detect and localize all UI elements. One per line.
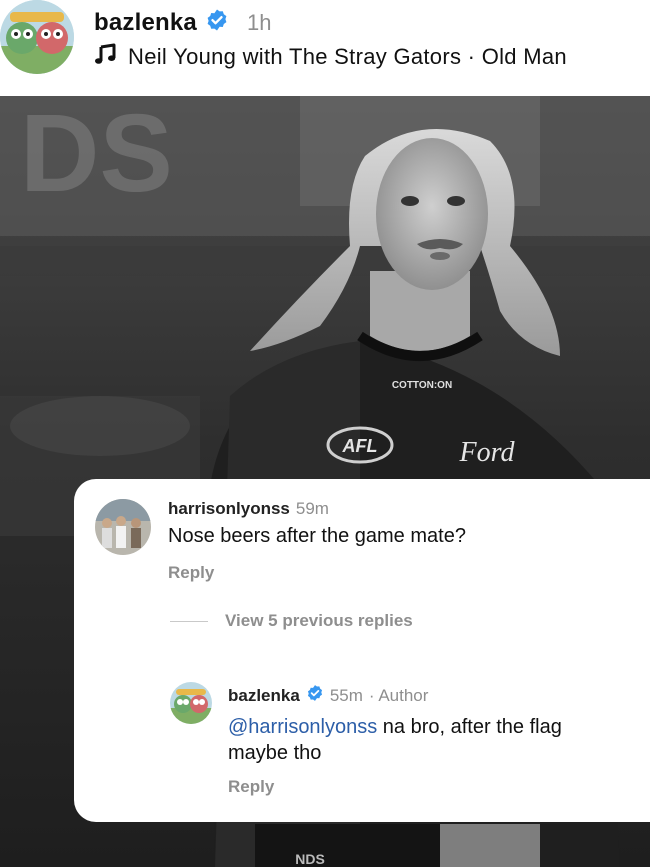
reply-username[interactable]: bazlenka <box>228 686 300 706</box>
reply-avatar[interactable] <box>170 682 212 724</box>
verified-badge-icon <box>205 8 229 37</box>
verified-badge-icon <box>306 684 324 707</box>
reply-mention[interactable]: @harrisonlyonss <box>228 716 377 738</box>
comment-time: 59m <box>295 499 329 518</box>
post-user-row: bazlenka 1h <box>94 8 271 37</box>
comment-text: Nose beers after the game mate? <box>168 525 466 547</box>
music-track: Neil Young with The Stray Gators · Old M… <box>128 43 567 69</box>
comment-header: harrisonlyonss 59m <box>168 499 329 519</box>
sponsor-logo: Ford <box>459 437 516 468</box>
jersey-brand: COTTON:ON <box>392 380 452 391</box>
user-avatar[interactable] <box>0 0 74 74</box>
afl-logo: AFL <box>342 436 378 456</box>
shorts-text: NDS <box>295 851 325 867</box>
music-note-icon <box>94 42 118 71</box>
music-row[interactable]: Neil Young with The Stray Gators · Old M… <box>94 42 567 71</box>
replies-divider <box>170 621 208 622</box>
view-previous-replies[interactable]: View 5 previous replies <box>225 611 413 631</box>
commenter-avatar[interactable] <box>95 499 151 555</box>
post-header: bazlenka 1h Neil Young with The Stray Ga… <box>0 0 650 96</box>
svg-text:DS: DS <box>20 96 173 215</box>
reply-header: bazlenka 55m · Author <box>228 684 428 707</box>
reply-text-line2: maybe tho <box>228 742 322 764</box>
comments-card: harrisonlyonss 59m Nose beers after the … <box>74 479 650 822</box>
reply-button[interactable]: Reply <box>168 563 214 583</box>
post-username[interactable]: bazlenka <box>94 9 197 37</box>
reply-text: @harrisonlyonss na bro, after the flag m… <box>228 714 638 766</box>
post-time: 1h <box>246 9 272 35</box>
comment-username[interactable]: harrisonlyonss <box>168 499 290 519</box>
author-tag: · Author <box>368 685 429 705</box>
reply-text-line1: na bro, after the flag <box>377 716 562 738</box>
reply-button-2[interactable]: Reply <box>228 777 274 797</box>
reply-time: 55m <box>329 685 363 705</box>
